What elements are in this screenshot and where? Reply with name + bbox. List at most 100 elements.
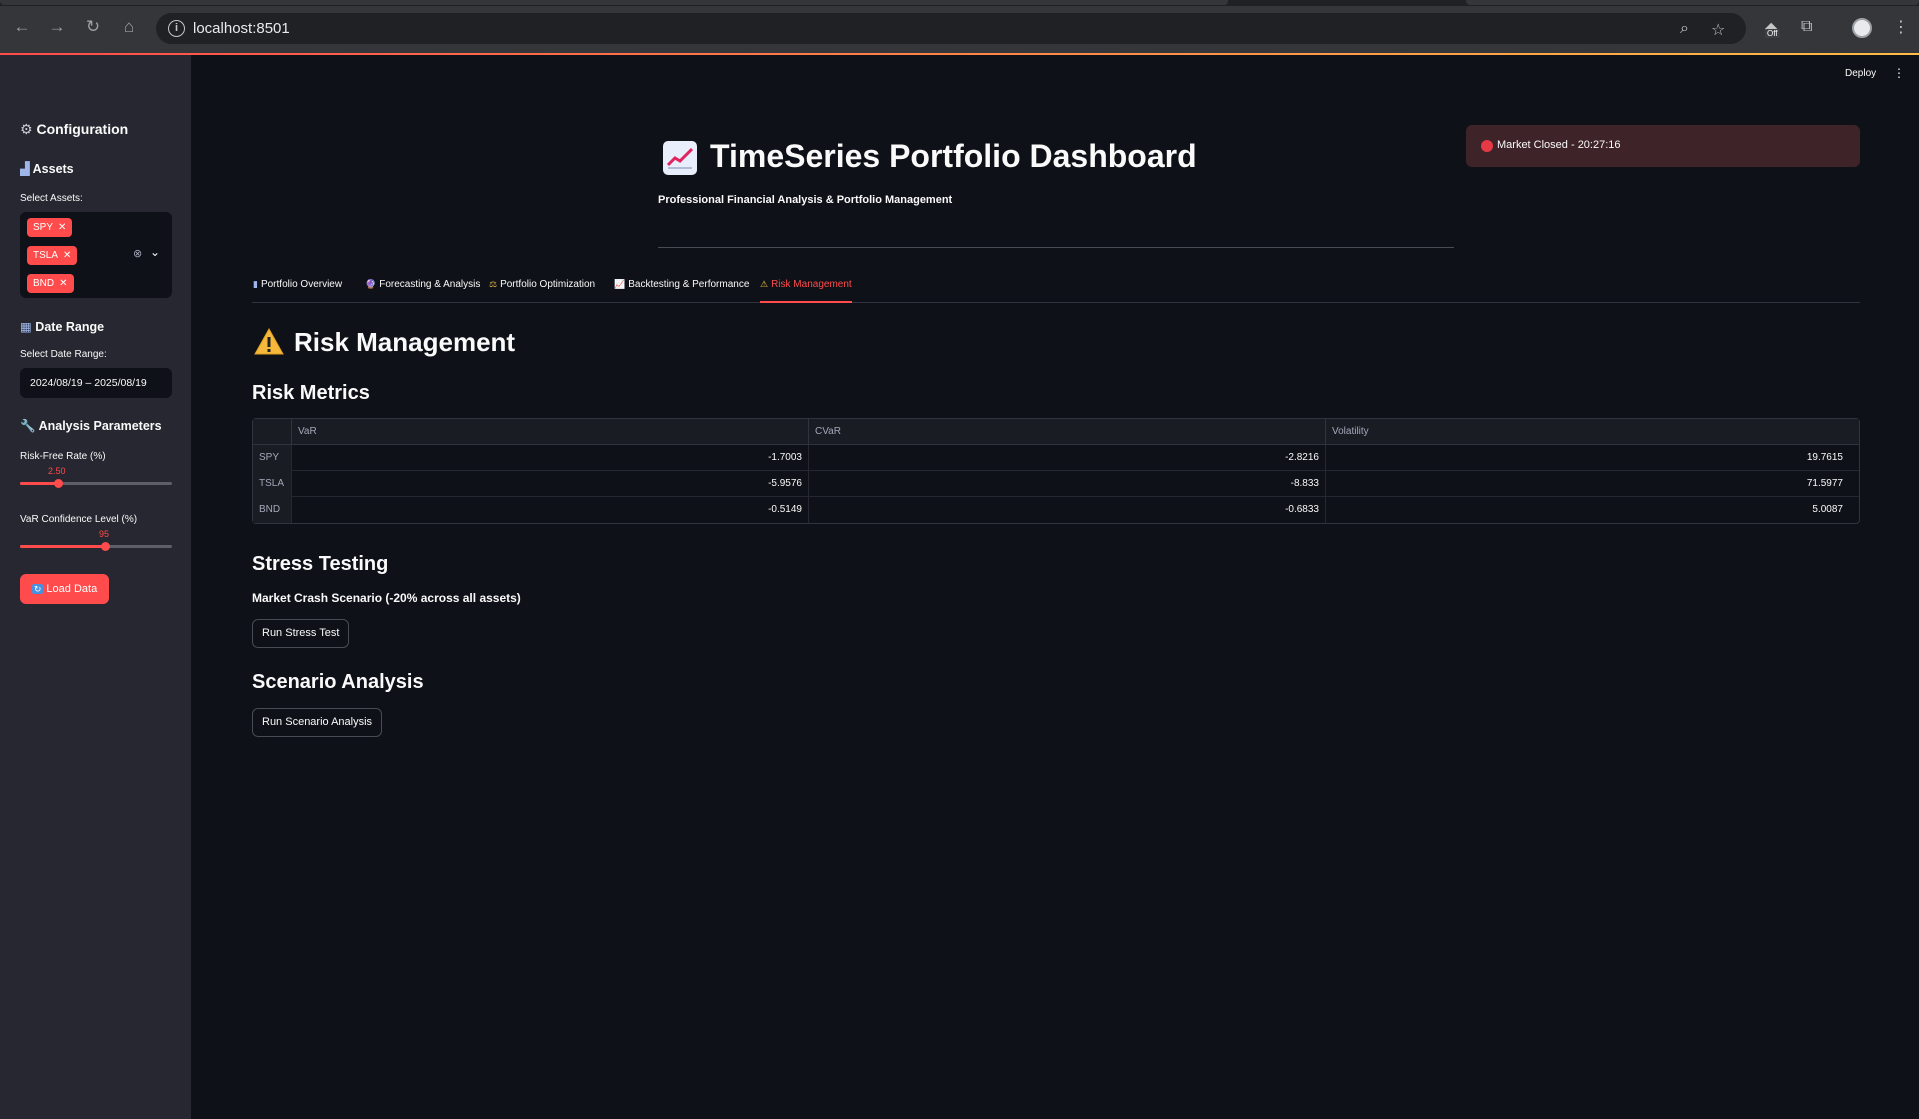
table-row: TSLA -5.9576 -8.833 71.5977 (253, 471, 1859, 497)
asset-chip-bnd[interactable]: BND ✕ (27, 274, 74, 293)
config-heading: ⚙ Configuration (20, 121, 128, 138)
zoom-icon[interactable]: ⌕ (1680, 20, 1689, 38)
tab-label: Portfolio Overview (260, 279, 343, 290)
address-bar[interactable]: i localhost:8501 ⌕ ☆ (156, 13, 1746, 44)
cell-cvar[interactable]: -2.8216 (808, 445, 1325, 471)
deploy-button[interactable]: Deploy (1845, 68, 1876, 79)
risk-free-value: 2.50 (48, 466, 66, 476)
analysis-params-heading: 🔧 Analysis Parameters (20, 419, 162, 434)
asset-chip-spy[interactable]: SPY ✕ (27, 218, 73, 237)
load-data-label: Load Data (46, 583, 98, 595)
chart-increasing-icon: 📈 (614, 279, 626, 289)
url-text[interactable]: localhost:8501 (193, 20, 290, 37)
clear-all-icon[interactable]: ⊗ (133, 247, 142, 260)
assets-title: Assets (32, 162, 74, 176)
risk-metrics-table: VaR CVaR Volatility SPY -1.7003 -2.8216 … (252, 418, 1860, 524)
tab-label: Forecasting & Analysis (379, 279, 481, 290)
back-icon[interactable]: ← (12, 17, 32, 37)
tab-label: Risk Management (771, 279, 852, 290)
reload-icon[interactable]: ↻ (83, 17, 103, 37)
var-confidence-slider-thumb[interactable] (101, 542, 111, 551)
cell-volatility[interactable]: 71.5977 (1325, 471, 1859, 497)
browser-tab-active[interactable] (0, 0, 1228, 5)
stress-testing-heading: Stress Testing (252, 553, 389, 575)
select-date-label: Select Date Range: (20, 349, 107, 360)
tab-risk-management[interactable]: ⚠ Risk Management (760, 279, 852, 303)
assets-multiselect[interactable]: SPY ✕ TSLA ✕ BND ✕ ⊗ ⌄ (20, 212, 172, 298)
cell-var[interactable]: -1.7003 (291, 445, 808, 471)
wrench-icon: 🔧 (20, 419, 36, 433)
column-header-volatility[interactable]: Volatility (1325, 419, 1859, 445)
risk-metrics-heading: Risk Metrics (252, 382, 370, 404)
select-assets-label: Select Assets: (20, 193, 83, 204)
tab-bar: ▮ Portfolio Overview 🔮 Forecasting & Analy… (252, 275, 1860, 303)
balance-scale-icon: ⚖ (489, 279, 498, 289)
var-confidence-label: VaR Confidence Level (%) (20, 514, 138, 525)
red-circle-icon (1481, 140, 1493, 152)
extension-badge: Off (1765, 29, 1780, 38)
divider (658, 247, 1454, 248)
chevron-down-icon[interactable]: ⌄ (150, 245, 160, 259)
gear-icon: ⚙ (20, 121, 33, 137)
bar-chart-icon: ▮ (253, 279, 258, 289)
risk-management-heading: Risk Management (294, 327, 516, 357)
table-row: SPY -1.7003 -2.8216 19.7615 (253, 445, 1859, 471)
forward-icon[interactable]: → (47, 17, 67, 37)
extensions-puzzle-icon[interactable]: ⧉ (1801, 18, 1812, 36)
risk-free-label: Risk-Free Rate (%) (20, 451, 106, 462)
cell-volatility[interactable]: 5.0087 (1325, 497, 1859, 523)
cell-var[interactable]: -5.9576 (291, 471, 808, 497)
run-scenario-analysis-button[interactable]: Run Scenario Analysis (252, 708, 383, 737)
scenario-analysis-heading: Scenario Analysis (252, 671, 424, 693)
tab-portfolio-overview[interactable]: ▮ Portfolio Overview (253, 279, 342, 303)
tab-forecasting[interactable]: 🔮 Forecasting & Analysis (365, 279, 480, 303)
cell-var[interactable]: -0.5149 (291, 497, 808, 523)
risk-free-slider-fill (20, 482, 58, 485)
analysis-params-title: Analysis Parameters (38, 419, 162, 433)
calendar-icon: ▦ (20, 320, 32, 334)
tab-strip (0, 0, 1919, 6)
page-subtitle: Professional Financial Analysis & Portfo… (658, 194, 953, 206)
date-range-input[interactable]: 2024/08/19 – 2025/08/19 (20, 368, 172, 398)
cell-volatility[interactable]: 19.7615 (1325, 445, 1859, 471)
column-header-var[interactable]: VaR (291, 419, 808, 445)
asset-chip-label: TSLA (33, 250, 59, 261)
cell-cvar[interactable]: -0.6833 (808, 497, 1325, 523)
profile-avatar[interactable] (1852, 18, 1872, 38)
var-confidence-slider-fill (20, 545, 106, 548)
browser-tab[interactable] (1466, 0, 1919, 5)
asset-chip-label: SPY (33, 222, 54, 233)
market-status-banner: Market Closed - 20:27:16 (1466, 125, 1860, 167)
risk-free-slider-thumb[interactable] (54, 479, 63, 488)
load-data-button[interactable]: ↻ Load Data (20, 574, 109, 604)
asset-chip-label: BND (33, 278, 55, 289)
assets-heading: ▟ Assets (20, 161, 74, 176)
var-confidence-slider[interactable] (20, 542, 172, 551)
warning-icon (254, 328, 284, 355)
risk-free-slider[interactable] (20, 479, 172, 488)
site-info-icon[interactable]: i (168, 20, 185, 37)
column-header-cvar[interactable]: CVaR (808, 419, 1325, 445)
chart-increasing-icon (663, 141, 697, 175)
tab-backtesting[interactable]: 📈 Backtesting & Performance (614, 279, 749, 303)
page-title: TimeSeries Portfolio Dashboard (710, 138, 1197, 174)
run-stress-test-button[interactable]: Run Stress Test (252, 619, 350, 648)
remove-chip-icon[interactable]: ✕ (58, 222, 66, 233)
app-decoration-bar (0, 53, 1919, 55)
tab-label: Portfolio Optimization (500, 279, 596, 290)
row-index: BND (253, 497, 291, 523)
app-menu-icon[interactable]: ⋮ (1893, 66, 1905, 80)
crystal-ball-icon: 🔮 (365, 279, 377, 289)
remove-chip-icon[interactable]: ✕ (63, 250, 71, 261)
cell-cvar[interactable]: -8.833 (808, 471, 1325, 497)
config-title: Configuration (36, 121, 129, 137)
asset-chip-tsla[interactable]: TSLA ✕ (27, 246, 78, 265)
browser-toolbar: ← → ↻ ⌂ i localhost:8501 ⌕ ☆ ◆ Off ⧉ ⋮ (0, 0, 1919, 54)
bookmark-star-icon[interactable]: ☆ (1711, 20, 1725, 40)
refresh-icon: ↻ (31, 584, 44, 594)
row-index: SPY (253, 445, 291, 471)
remove-chip-icon[interactable]: ✕ (59, 278, 67, 289)
home-icon[interactable]: ⌂ (119, 17, 139, 37)
tab-portfolio-optimization[interactable]: ⚖ Portfolio Optimization (489, 279, 595, 303)
browser-menu-icon[interactable]: ⋮ (1893, 17, 1909, 37)
